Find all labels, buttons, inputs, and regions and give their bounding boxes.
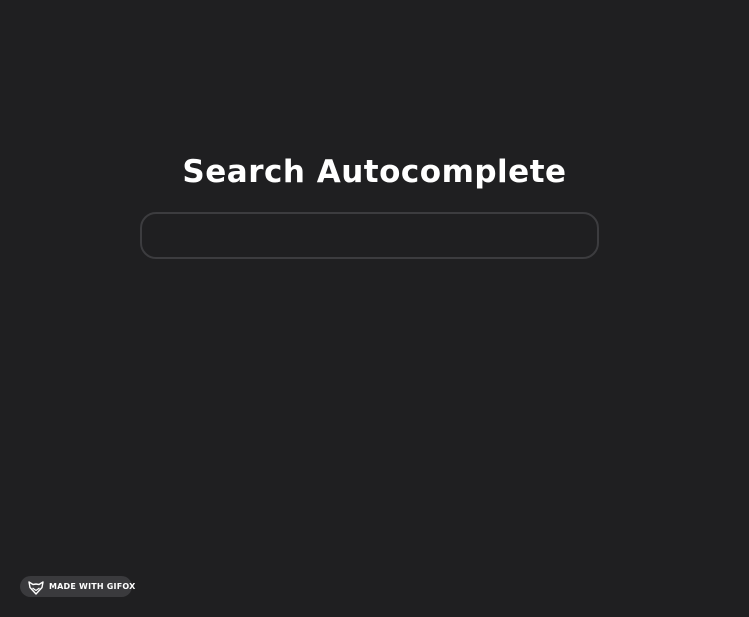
gifox-badge[interactable]: MADE WITH GIFOX xyxy=(20,576,136,597)
page-title: Search Autocomplete xyxy=(182,154,567,190)
search-input[interactable] xyxy=(140,212,599,259)
fox-icon xyxy=(28,580,44,595)
badge-label: MADE WITH GIFOX xyxy=(49,582,136,591)
